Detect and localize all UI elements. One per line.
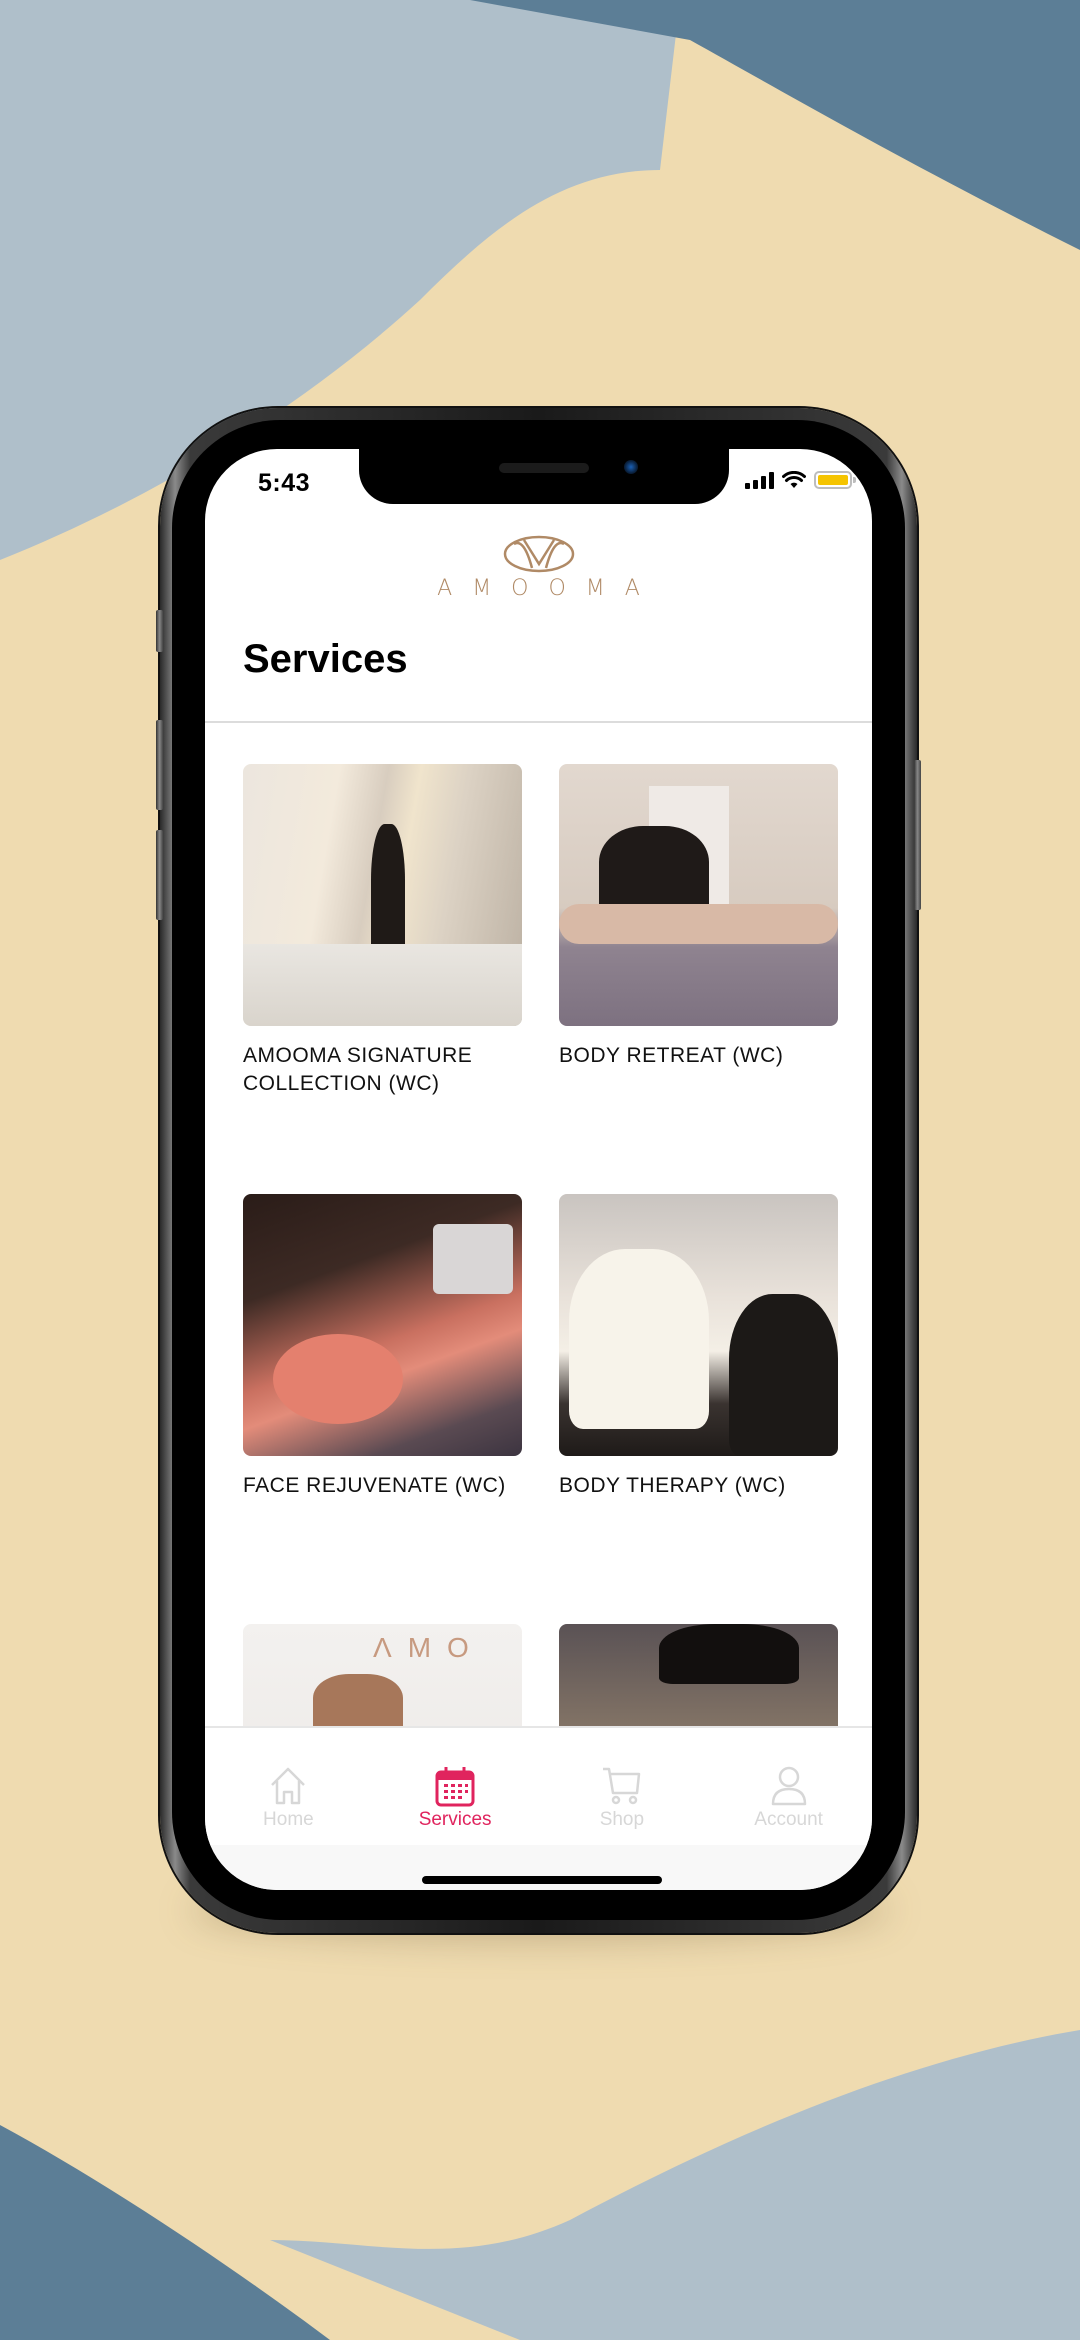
tab-home[interactable]: Home: [205, 1728, 372, 1845]
tab-label: Account: [754, 1809, 823, 1830]
wave-light-blue-bottom: [270, 2030, 1080, 2340]
phone-screen: 5:43 AMOOMA Services AMOOMA SIGNATURE CO…: [205, 449, 872, 1890]
tab-bar: Home Services Shop Account: [205, 1728, 872, 1845]
tab-services[interactable]: Services: [372, 1728, 539, 1845]
calendar-icon: [435, 1767, 475, 1807]
wifi-icon: [782, 471, 806, 488]
service-card[interactable]: FACE REJUVENATE (WC): [243, 1194, 522, 1500]
home-icon: [271, 1767, 306, 1805]
brand-logo: AMOOMA: [205, 534, 872, 601]
status-icons: [745, 471, 856, 489]
service-image-back-massage[interactable]: [559, 764, 838, 1026]
brand-wordmark: AMOOMA: [437, 576, 660, 601]
service-image-facial-light-therapy[interactable]: [243, 1194, 522, 1456]
services-grid: AMOOMA SIGNATURE COLLECTION (WC) BODY RE…: [243, 764, 838, 1749]
notch: [359, 449, 729, 504]
tab-account[interactable]: Account: [705, 1728, 872, 1845]
cellular-signal-icon: [745, 471, 774, 489]
tab-label: Home: [263, 1809, 314, 1830]
service-label[interactable]: BODY THERAPY (WC): [559, 1472, 838, 1500]
service-card[interactable]: BODY RETREAT (WC): [559, 764, 838, 1070]
service-label[interactable]: AMOOMA SIGNATURE COLLECTION (WC): [243, 1042, 522, 1098]
service-image-foot-treatment[interactable]: [559, 1194, 838, 1456]
service-card[interactable]: BODY THERAPY (WC): [559, 1194, 838, 1500]
volume-up-button: [156, 720, 163, 810]
amooma-logo-icon: [503, 535, 574, 573]
header-divider: [205, 721, 872, 723]
service-image-spa-corridor[interactable]: [243, 764, 522, 1026]
cart-icon: [602, 1767, 641, 1805]
battery-fill: [818, 475, 848, 485]
page-title: Services: [243, 637, 408, 681]
power-button: [914, 760, 921, 910]
service-label[interactable]: FACE REJUVENATE (WC): [243, 1472, 522, 1500]
mute-switch: [156, 610, 163, 652]
user-icon: [771, 1766, 806, 1806]
volume-down-button: [156, 830, 163, 920]
service-label[interactable]: BODY RETREAT (WC): [559, 1042, 838, 1070]
tab-shop[interactable]: Shop: [539, 1728, 706, 1845]
battery-icon: [814, 471, 856, 489]
status-time: 5:43: [258, 469, 311, 497]
speaker: [499, 463, 589, 473]
wave-dark-blue-bottom: [0, 2125, 330, 2340]
service-card[interactable]: AMOOMA SIGNATURE COLLECTION (WC): [243, 764, 522, 1098]
tab-label: Services: [418, 1809, 492, 1830]
front-camera: [624, 460, 638, 474]
tab-label: Shop: [599, 1809, 645, 1830]
home-indicator[interactable]: [422, 1876, 662, 1884]
